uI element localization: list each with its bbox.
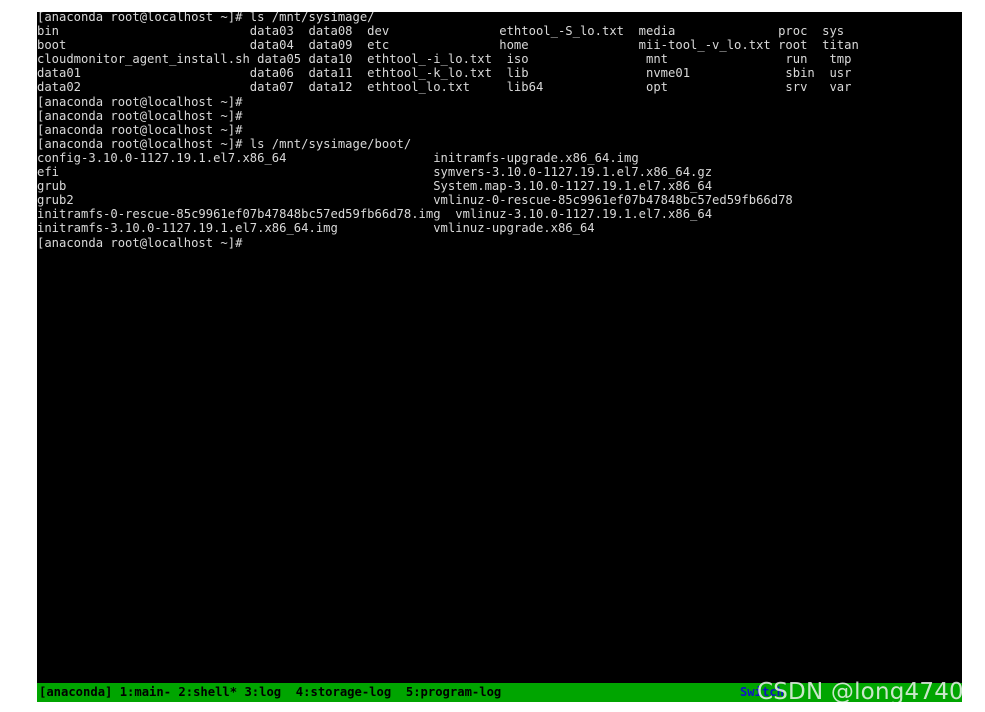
terminal-line: boot data04 data09 etc home mii-tool_-v_… [37,38,859,53]
terminal-line: [anaconda root@localhost ~]# [37,108,243,123]
tmux-status-bar[interactable]: [anaconda] 1:main- 2:shell* 3:log 4:stor… [37,683,962,702]
terminal-line: data02 data07 data12 ethtool_lo.txt lib6… [37,80,852,95]
terminal-line: [anaconda root@localhost ~]# [37,122,243,137]
terminal-line: [anaconda root@localhost ~]# ls /mnt/sys… [37,136,412,151]
terminal-line: initramfs-0-rescue-85c9961ef07b47848bc57… [37,207,713,222]
page-top-margin [0,0,985,12]
terminal-line: grub System.map-3.10.0-1127.19.1.el7.x86… [37,179,713,194]
terminal-line: cloudmonitor_agent_install.sh data05 dat… [37,52,852,67]
screen: [anaconda root@localhost ~]# ls /mnt/sys… [0,0,985,712]
terminal-line: config-3.10.0-1127.19.1.el7.x86_64 initr… [37,150,639,165]
terminal-line: efi symvers-3.10.0-1127.19.1.el7.x86_64.… [37,165,713,180]
terminal-line: data01 data06 data11 ethtool_-k_lo.txt l… [37,66,852,81]
terminal-line: [anaconda root@localhost ~]# ls /mnt/sys… [37,12,375,24]
page-left-margin [0,12,37,683]
terminal-output[interactable]: [anaconda root@localhost ~]# ls /mnt/sys… [37,12,962,683]
terminal-console[interactable]: [anaconda root@localhost ~]# ls /mnt/sys… [37,12,962,683]
terminal-line: initramfs-3.10.0-1127.19.1.el7.x86_64.im… [37,221,595,236]
terminal-line: [anaconda root@localhost ~]# [37,94,243,109]
page-right-margin [962,0,985,712]
terminal-line: [anaconda root@localhost ~]# [37,235,243,250]
terminal-line: grub2 vmlinuz-0-rescue-85c9961ef07b47848… [37,193,793,208]
tmux-window-list[interactable]: [anaconda] 1:main- 2:shell* 3:log 4:stor… [39,683,501,702]
tmux-switch-label[interactable]: Switch [740,683,784,702]
terminal-line: bin data03 data08 dev ethtool_-S_lo.txt … [37,24,845,39]
page-bottom-margin [0,702,985,712]
